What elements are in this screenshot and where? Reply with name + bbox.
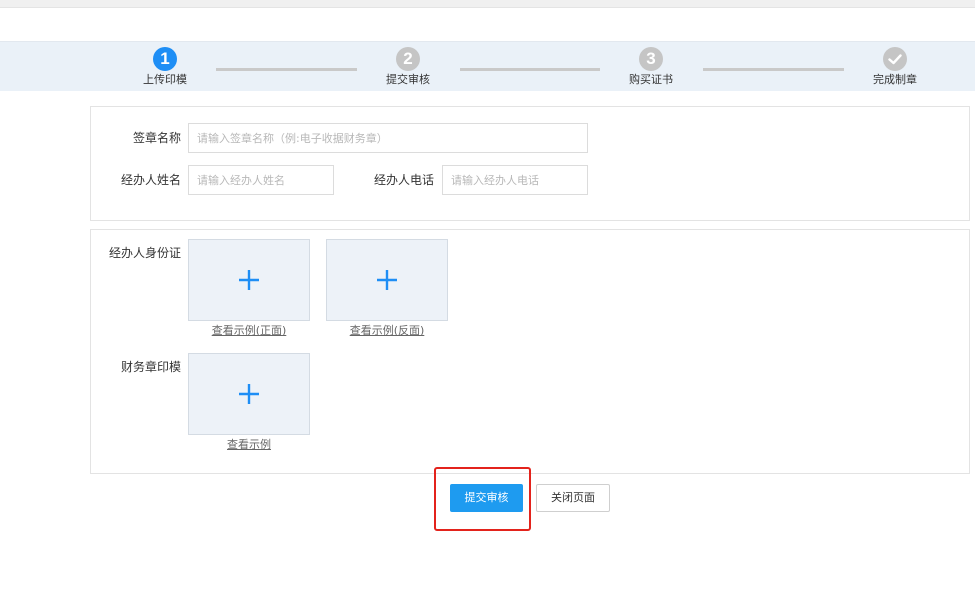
upload-card: 经办人身份证 查看示例(正面) 查看示例(反面) 财务章印模 查看示例: [90, 229, 970, 474]
plus-icon: [239, 270, 259, 290]
check-icon: [883, 47, 907, 71]
id-front-sample-link[interactable]: 查看示例(正面): [188, 324, 310, 338]
step-complete: 完成制章: [855, 47, 935, 87]
step-number-badge: 2: [396, 47, 420, 71]
agent-phone-label: 经办人电话: [373, 173, 434, 187]
step-upload-mold: 1 上传印模: [125, 47, 205, 87]
plus-icon: [377, 270, 397, 290]
close-page-button[interactable]: 关闭页面: [536, 484, 610, 512]
seal-name-label: 签章名称: [132, 131, 181, 145]
id-back-upload[interactable]: [326, 239, 448, 321]
agent-name-label: 经办人姓名: [120, 173, 181, 187]
agent-name-input[interactable]: [188, 165, 334, 195]
step-connector: [703, 68, 844, 71]
step-label: 提交审核: [386, 73, 430, 86]
seal-mold-label: 财务章印模: [120, 360, 181, 374]
top-bar: [0, 0, 975, 8]
step-label: 上传印模: [143, 73, 187, 86]
step-connector: [460, 68, 600, 71]
info-form-card: 签章名称 经办人姓名 经办人电话: [90, 106, 970, 221]
progress-steps: 1 上传印模 2 提交审核 3 购买证书 完成制章: [0, 41, 975, 91]
step-number-badge: 1: [153, 47, 177, 71]
plus-icon: [239, 384, 259, 404]
seal-name-input[interactable]: [188, 123, 588, 153]
submit-review-button[interactable]: 提交审核: [450, 484, 523, 512]
agent-phone-input[interactable]: [442, 165, 588, 195]
id-front-upload[interactable]: [188, 239, 310, 321]
step-submit-review: 2 提交审核: [368, 47, 448, 87]
seal-mold-sample-link[interactable]: 查看示例: [188, 438, 310, 452]
id-back-sample-link[interactable]: 查看示例(反面): [326, 324, 448, 338]
step-buy-certificate: 3 购买证书: [611, 47, 691, 87]
step-label: 购买证书: [629, 73, 673, 86]
seal-mold-upload[interactable]: [188, 353, 310, 435]
id-card-label: 经办人身份证: [108, 246, 181, 260]
step-label: 完成制章: [873, 73, 917, 86]
step-connector: [216, 68, 357, 71]
step-number-badge: 3: [639, 47, 663, 71]
